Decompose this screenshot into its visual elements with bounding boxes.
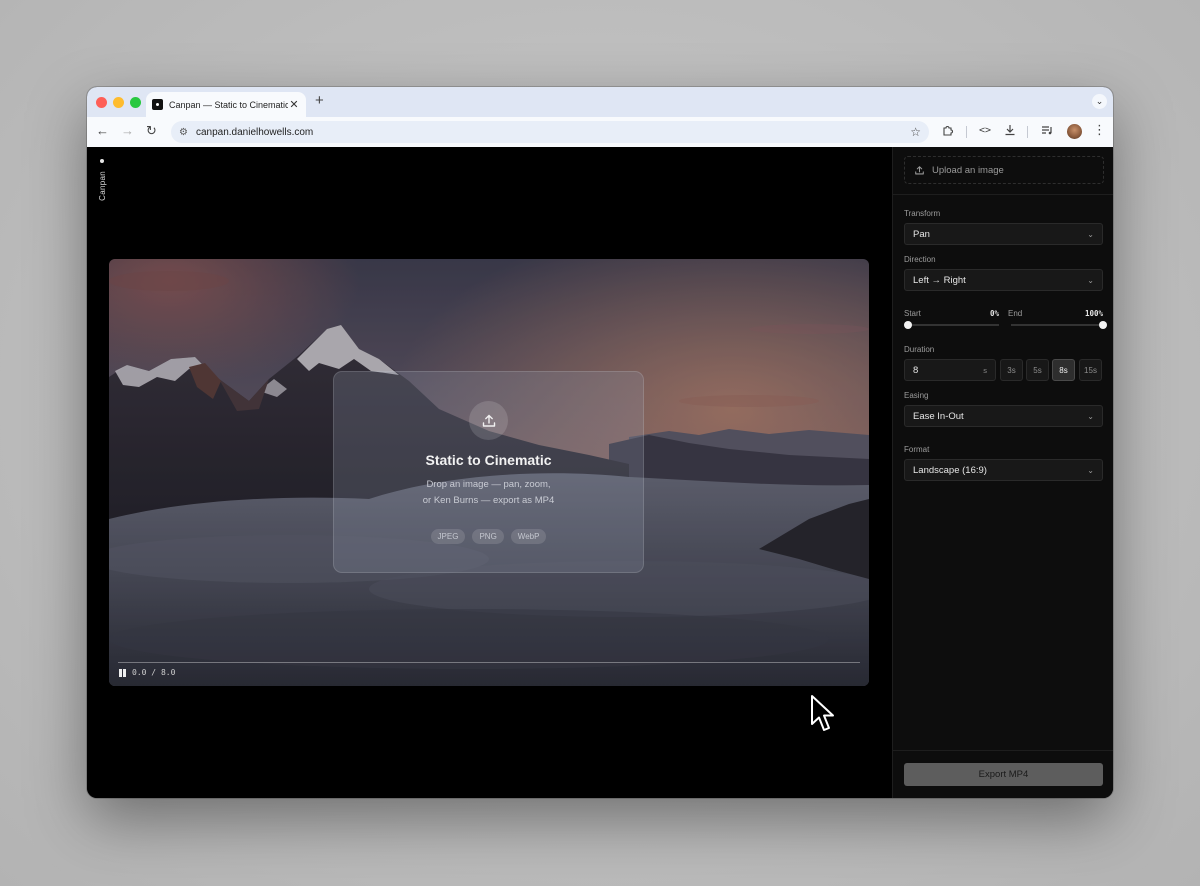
export-mp4-button[interactable]: Export MP4 [904, 763, 1103, 786]
reload-icon[interactable]: ↻ [146, 123, 157, 139]
chevron-down-icon: ⌄ [1087, 229, 1094, 239]
start-slider-track[interactable] [907, 324, 999, 326]
browser-tab[interactable]: Canpan — Static to Cinematic ✕ [146, 92, 306, 117]
duration-unit: s [983, 365, 987, 375]
forward-arrow-icon[interactable]: → [121, 123, 134, 138]
direction-select[interactable]: Left → Right ⌄ [904, 269, 1103, 291]
end-value: 100% [1084, 309, 1103, 318]
time-separator: / [151, 668, 157, 677]
minimize-window-button[interactable] [113, 97, 124, 108]
chevron-down-icon: ⌄ [1095, 96, 1104, 106]
transform-select[interactable]: Pan ⌄ [904, 223, 1103, 245]
devtools-code-icon[interactable]: <> [979, 125, 991, 136]
duration-preset-3s[interactable]: 3s [1000, 359, 1023, 381]
new-tab-button[interactable]: + [315, 92, 324, 109]
brand-name: Canpan [97, 171, 107, 201]
address-bar[interactable]: ⚙ canpan.danielhowells.com ☆ [171, 121, 929, 143]
duration-preset-5s[interactable]: 5s [1026, 359, 1049, 381]
duration-preset-8s[interactable]: 8s [1052, 359, 1075, 381]
media-queue-icon[interactable] [1041, 124, 1053, 139]
chevron-down-icon: ⌄ [1087, 465, 1094, 475]
end-label: End [1008, 309, 1023, 318]
start-value: 0% [989, 309, 999, 318]
toolbar-divider [1027, 126, 1028, 138]
easing-label: Easing [904, 391, 929, 400]
format-value: Landscape (16:9) [913, 464, 987, 476]
direction-value: Left → Right [913, 274, 966, 286]
drop-zone-card[interactable]: Static to Cinematic Drop an image — pan,… [333, 371, 644, 573]
window-controls [96, 97, 141, 108]
pause-icon[interactable] [119, 669, 126, 677]
start-label: Start [904, 309, 921, 318]
end-slider-track[interactable] [1011, 324, 1103, 326]
upload-image-button[interactable]: Upload an image [904, 156, 1104, 184]
settings-sidebar: Upload an image Transform Pan ⌄ Directio… [892, 147, 1113, 798]
format-chip-png: PNG [472, 529, 504, 544]
profile-avatar[interactable] [1067, 124, 1082, 139]
format-chips: JPEG PNG WebP [430, 529, 547, 544]
extensions-puzzle-icon[interactable] [942, 124, 954, 139]
hero-title: Static to Cinematic [425, 452, 552, 468]
format-chip-webp: WebP [510, 529, 547, 544]
preview-stage[interactable]: Static to Cinematic Drop an image — pan,… [109, 259, 869, 686]
format-select[interactable]: Landscape (16:9) ⌄ [904, 459, 1103, 481]
hero-description-line: Drop an image — pan, zoom, [426, 479, 551, 490]
tab-title: Canpan — Static to Cinematic [169, 99, 288, 110]
easing-value: Ease In-Out [913, 410, 964, 422]
download-icon[interactable] [1004, 124, 1016, 139]
sidebar-divider [893, 194, 1113, 195]
sidebar-divider [893, 750, 1113, 751]
upload-small-icon [915, 165, 924, 174]
chevron-down-icon: ⌄ [1087, 411, 1094, 421]
favicon-icon [152, 99, 163, 110]
upload-image-label: Upload an image [932, 164, 1004, 176]
duration-preset-15s[interactable]: 15s [1079, 359, 1102, 381]
maximize-window-button[interactable] [130, 97, 141, 108]
duration-label: Duration [904, 345, 935, 354]
playback-timecode: 0.0 / 8.0 [132, 668, 175, 677]
transform-value: Pan [913, 228, 930, 240]
close-window-button[interactable] [96, 97, 107, 108]
toolbar-divider [966, 126, 967, 138]
easing-select[interactable]: Ease In-Out ⌄ [904, 405, 1103, 427]
total-time: 8.0 [160, 668, 176, 677]
hero-description-line: or Ken Burns — export as MP4 [422, 495, 555, 506]
mouse-cursor-icon [811, 695, 834, 731]
app-page: Canpan Static to Cinematic Drop an image… [87, 147, 1113, 798]
tab-close-icon[interactable]: ✕ [288, 98, 300, 111]
current-time: 0.0 [132, 668, 147, 677]
upload-icon [469, 401, 508, 440]
bookmark-star-icon[interactable]: ☆ [910, 125, 921, 139]
end-slider-thumb[interactable] [1099, 321, 1107, 329]
format-chip-jpeg: JPEG [430, 529, 466, 544]
duration-input[interactable]: 8 s [904, 359, 996, 381]
start-slider-thumb[interactable] [904, 321, 912, 329]
format-label: Format [904, 445, 930, 454]
more-menu-icon[interactable]: ⋮ [1093, 122, 1106, 138]
back-arrow-icon[interactable]: ← [96, 123, 109, 138]
hero-description: Drop an image — pan, zoom, or Ken Burns … [423, 477, 554, 509]
url-text[interactable]: canpan.danielhowells.com [196, 127, 910, 138]
tab-search-button[interactable]: ⌄ [1092, 94, 1107, 109]
tab-strip: Canpan — Static to Cinematic ✕ + ⌄ [87, 87, 1113, 117]
browser-window: Canpan — Static to Cinematic ✕ + ⌄ ← → ↻… [87, 87, 1113, 798]
chevron-down-icon: ⌄ [1087, 275, 1094, 285]
brand-dot-icon [100, 159, 104, 163]
playback-progress-bar[interactable] [118, 662, 860, 663]
browser-toolbar: ← → ↻ ⚙ canpan.danielhowells.com ☆ <> ⋮ [87, 117, 1113, 147]
site-settings-icon[interactable]: ⚙ [179, 127, 188, 138]
duration-value: 8 [913, 364, 919, 376]
direction-label: Direction [904, 255, 936, 264]
transform-label: Transform [904, 209, 941, 218]
brand-mark: Canpan [95, 159, 109, 201]
